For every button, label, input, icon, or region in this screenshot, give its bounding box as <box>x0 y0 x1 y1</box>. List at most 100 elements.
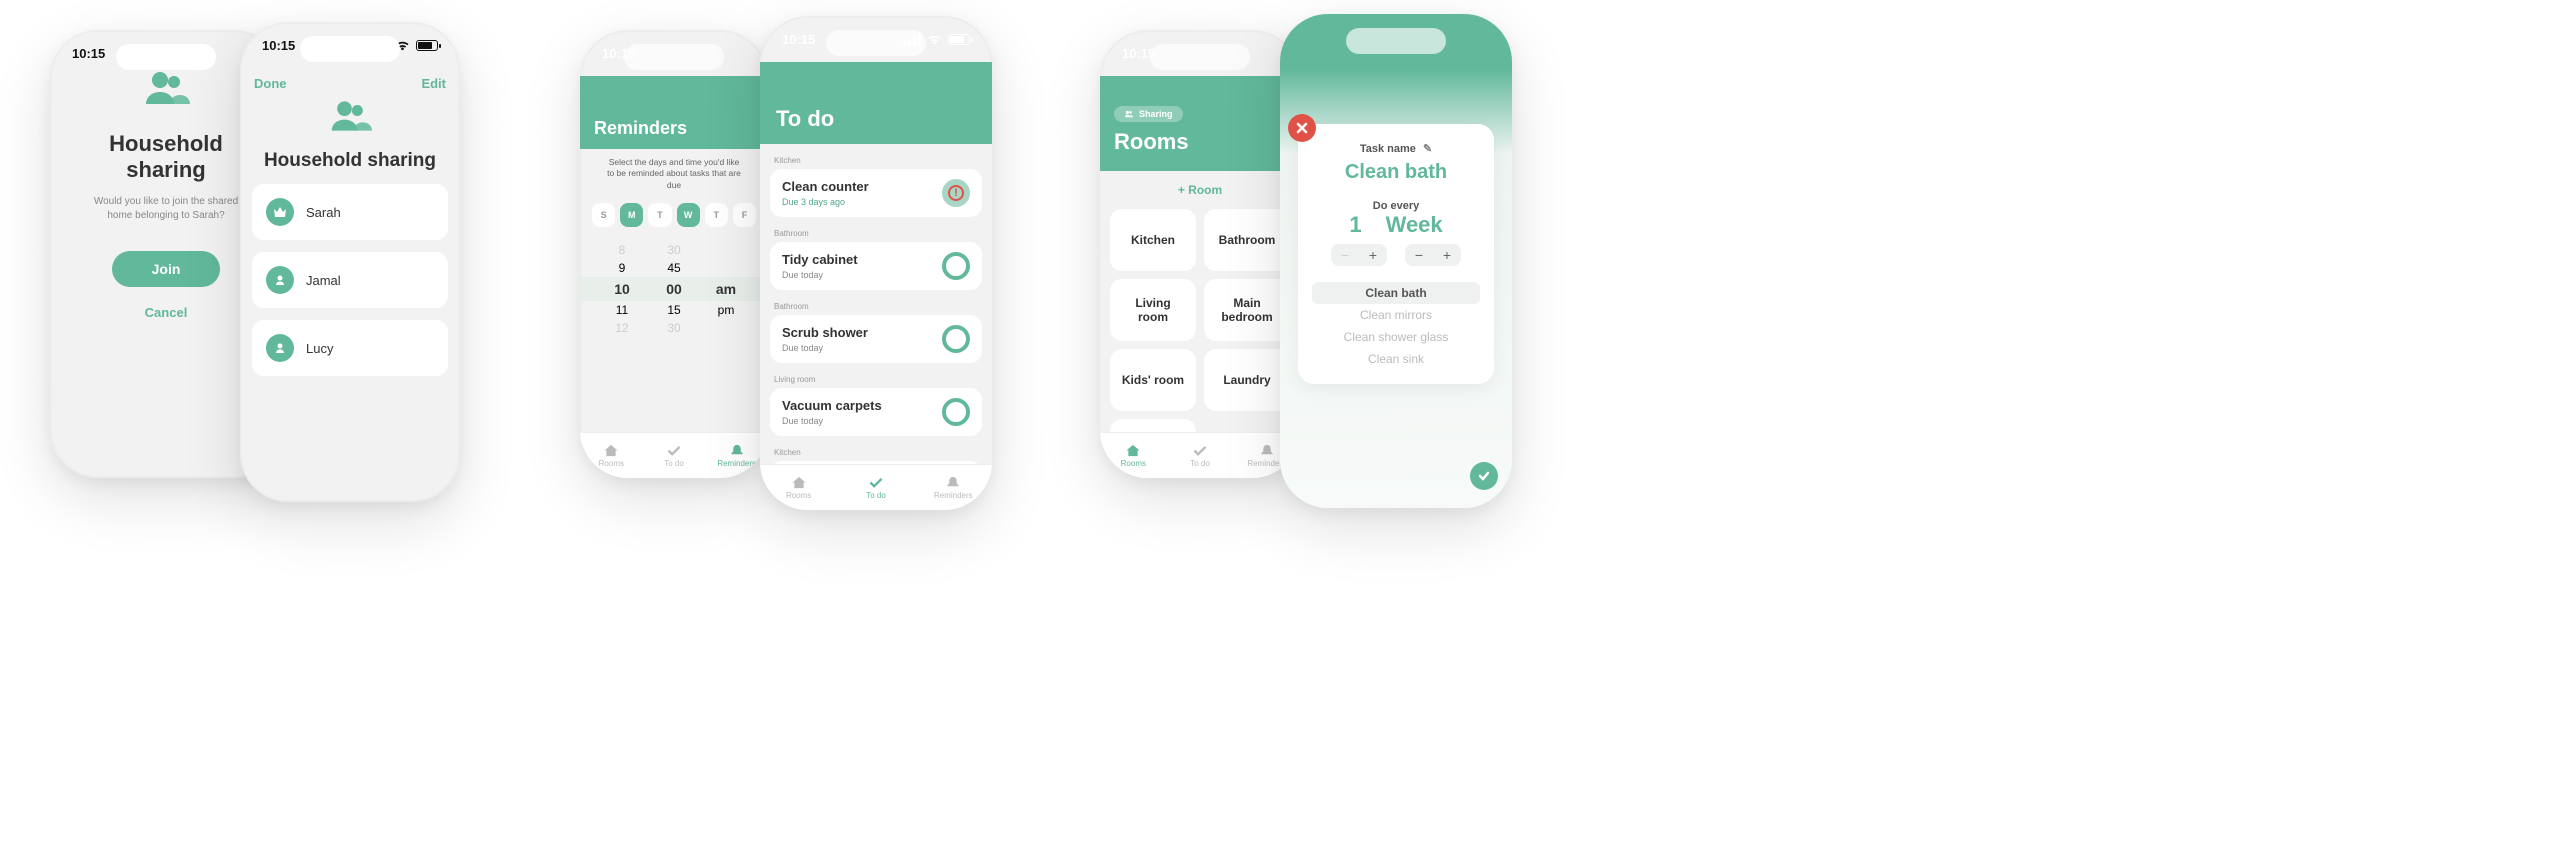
time-picker[interactable]: 8309451000am1115pm1230 <box>580 241 768 337</box>
day-chip[interactable]: F <box>733 203 756 227</box>
stepper-row: − + − + <box>1312 244 1480 266</box>
tab-label: To do <box>866 491 886 500</box>
house-icon <box>603 444 619 457</box>
tab-todo[interactable]: To do <box>1167 433 1234 478</box>
day-chip[interactable]: M <box>620 203 643 227</box>
tab-label: To do <box>664 459 684 468</box>
room-tile[interactable]: Living room <box>1110 279 1196 341</box>
todo-title: To do <box>760 76 992 144</box>
overdue-alert-icon[interactable]: ! <box>942 179 970 207</box>
unit-minus-button[interactable]: − <box>1405 244 1433 266</box>
task-card[interactable]: Clean counterDue 3 days ago! <box>770 169 982 217</box>
task-due: Due 3 days ago <box>782 197 869 207</box>
count-minus-button[interactable]: − <box>1331 244 1359 266</box>
count-plus-button[interactable]: + <box>1359 244 1387 266</box>
battery-icon <box>948 34 970 45</box>
house-icon <box>791 476 807 489</box>
task-due: Due today <box>782 416 882 426</box>
add-room-button[interactable]: + Room <box>1100 171 1300 209</box>
time-row[interactable]: 945 <box>580 259 768 277</box>
close-button[interactable] <box>1288 114 1316 142</box>
tab-reminders[interactable]: Reminders <box>915 465 992 510</box>
task-card[interactable]: Vacuum carpetsDue today <box>770 388 982 436</box>
day-chip[interactable]: W <box>677 203 700 227</box>
status-time: 10:15 <box>72 46 105 61</box>
room-section-label: Kitchen <box>770 444 982 461</box>
check-icon <box>1477 469 1491 483</box>
edit-button[interactable]: Edit <box>421 76 446 91</box>
preset-option[interactable]: Clean bath <box>1312 282 1480 304</box>
room-tile[interactable]: Laundry <box>1204 349 1290 411</box>
crown-avatar-icon <box>266 198 294 226</box>
preset-option[interactable]: Clean sink <box>1312 348 1480 370</box>
add-room-label: Room <box>1188 183 1222 197</box>
unit-plus-button[interactable]: + <box>1433 244 1461 266</box>
room-section-label: Living room <box>770 371 982 388</box>
room-tile[interactable]: Kitchen <box>1110 209 1196 271</box>
tab-bar: Rooms To do Reminders <box>760 464 992 510</box>
unit-stepper: − + <box>1405 244 1461 266</box>
task-card[interactable]: Scrub showerDue today <box>770 315 982 363</box>
notch <box>300 36 400 62</box>
status-time: 10:15 <box>262 38 295 53</box>
confirm-button[interactable] <box>1470 462 1498 490</box>
preset-option[interactable]: Clean mirrors <box>1312 304 1480 326</box>
status-time: 10:15 <box>782 32 815 47</box>
tab-label: Rooms <box>599 459 624 468</box>
tab-label: Reminders <box>934 491 973 500</box>
member-name: Jamal <box>306 273 341 288</box>
tab-label: To do <box>1190 459 1210 468</box>
check-icon <box>666 444 682 457</box>
day-chip[interactable]: S <box>592 203 615 227</box>
people-icon <box>328 99 372 133</box>
tab-todo[interactable]: To do <box>837 465 914 510</box>
time-row[interactable]: 1115pm <box>580 301 768 319</box>
notch <box>826 30 926 56</box>
phone-household-members: 10:15 Done Edit Household sharing SarahJ… <box>240 22 460 502</box>
tab-todo[interactable]: To do <box>643 433 706 478</box>
bell-icon <box>729 444 745 457</box>
member-row[interactable]: Jamal <box>252 252 448 308</box>
complete-toggle[interactable] <box>942 252 970 280</box>
tab-rooms[interactable]: Rooms <box>580 433 643 478</box>
person-avatar-icon <box>266 334 294 362</box>
time-row[interactable]: 830 <box>580 241 768 259</box>
time-row[interactable]: 1230 <box>580 319 768 337</box>
member-row[interactable]: Sarah <box>252 184 448 240</box>
todo-list[interactable]: Kitchen Clean counterDue 3 days ago! Bathr… <box>760 144 992 510</box>
complete-toggle[interactable] <box>942 325 970 353</box>
done-button[interactable]: Done <box>254 76 287 91</box>
day-chip[interactable]: T <box>648 203 671 227</box>
person-avatar-icon <box>266 266 294 294</box>
phone-todo: 10:15 To do Kitchen Clean counterDue 3 da… <box>760 16 992 510</box>
tab-rooms[interactable]: Rooms <box>760 465 837 510</box>
member-row[interactable]: Lucy <box>252 320 448 376</box>
task-name: Tidy cabinet <box>782 252 858 267</box>
preset-option[interactable]: Clean shower glass <box>1312 326 1480 348</box>
pencil-icon[interactable]: ✎ <box>1423 143 1432 155</box>
room-section-label: Bathroom <box>770 225 982 242</box>
room-tile[interactable]: Kids' room <box>1110 349 1196 411</box>
frequency-display: 1 Week <box>1312 212 1480 238</box>
join-title: Household sharing <box>68 131 264 183</box>
time-row[interactable]: 1000am <box>580 277 768 301</box>
tab-label: Rooms <box>786 491 811 500</box>
task-card[interactable]: Tidy cabinetDue today <box>770 242 982 290</box>
cancel-button[interactable]: Cancel <box>68 305 264 320</box>
do-every-label: Do every <box>1312 200 1480 212</box>
room-tile[interactable]: Bathroom <box>1204 209 1290 271</box>
todo-content: To do Kitchen Clean counterDue 3 days ago… <box>760 16 992 510</box>
phone-reminders: 10:15 Reminders Select the days and time… <box>580 30 768 478</box>
sharing-pill[interactable]: Sharing <box>1114 106 1183 122</box>
reminders-subtitle: Select the days and time you'd like to b… <box>580 149 768 199</box>
tab-rooms[interactable]: Rooms <box>1100 433 1167 478</box>
complete-toggle[interactable] <box>942 398 970 426</box>
join-button[interactable]: Join <box>112 251 221 287</box>
room-tile[interactable]: Main bedroom <box>1204 279 1290 341</box>
bell-icon <box>945 476 961 489</box>
tab-reminders[interactable]: Reminders <box>705 433 768 478</box>
notch <box>624 44 724 70</box>
notch <box>1346 28 1446 54</box>
task-name-label: Task name ✎ <box>1312 142 1480 155</box>
day-chip[interactable]: T <box>705 203 728 227</box>
